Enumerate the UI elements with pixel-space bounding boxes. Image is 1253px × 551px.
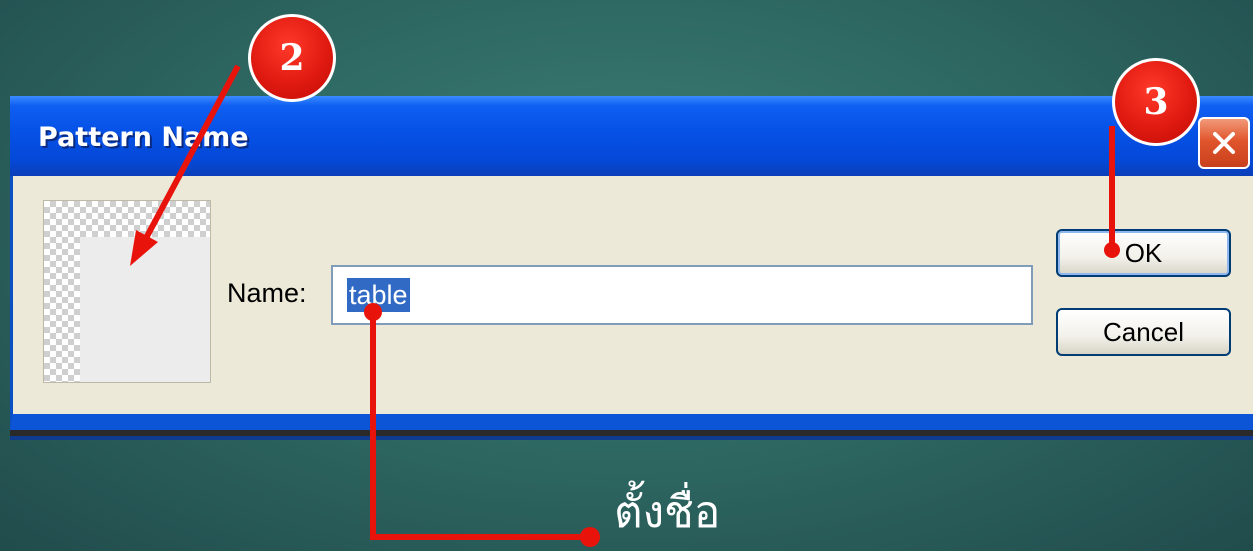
- pattern-preview: [43, 200, 211, 383]
- ok-button[interactable]: OK: [1056, 229, 1231, 277]
- caption-set-name: ตั้งชื่อ: [614, 487, 721, 538]
- caption-dot: [580, 527, 600, 547]
- name-input-value[interactable]: table: [347, 278, 410, 312]
- step-2-badge: 2: [248, 14, 336, 102]
- dialog-title: Pattern Name: [38, 122, 249, 153]
- close-icon: [1213, 132, 1235, 154]
- pattern-name-dialog: Pattern Name Name: table OK Cancel: [10, 96, 1253, 430]
- cancel-button[interactable]: Cancel: [1056, 308, 1231, 356]
- name-label: Name:: [227, 278, 307, 308]
- name-input[interactable]: table: [331, 265, 1033, 325]
- pattern-preview-fill: [80, 237, 210, 382]
- close-button[interactable]: [1198, 117, 1250, 169]
- step-3-badge: 3: [1112, 58, 1200, 146]
- dialog-titlebar[interactable]: Pattern Name: [10, 96, 1253, 176]
- dialog-client-area: Name: table OK Cancel: [13, 176, 1253, 414]
